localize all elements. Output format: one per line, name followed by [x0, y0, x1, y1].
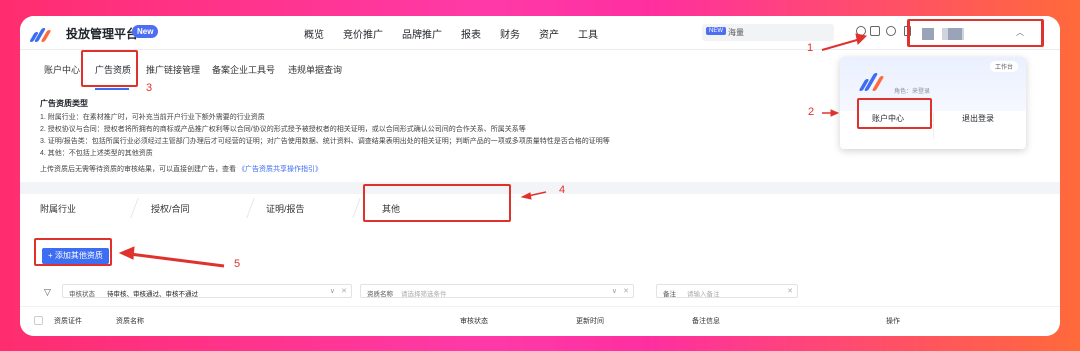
nav-item-brand[interactable]: 品牌推广 — [402, 26, 442, 41]
guide-link[interactable]: 《广告资质共享操作指引》 — [238, 166, 322, 173]
nav-item-bidding[interactable]: 竞价推广 — [343, 26, 383, 41]
divider — [933, 113, 934, 139]
annotation-box-user-menu — [907, 19, 1043, 47]
database-icon[interactable] — [870, 26, 880, 36]
notification-icon[interactable] — [856, 26, 866, 36]
main-nav: 概览 竞价推广 品牌推广 报表 财务 资产 工具 — [304, 26, 617, 41]
clear-icon[interactable]: ✕ — [341, 287, 347, 295]
note-filter[interactable]: 备注 请输入备注 ✕ — [656, 284, 798, 298]
top-navigation-bar: 投放管理平台 New 概览 竞价推广 品牌推广 报表 财务 资产 工具 NEW … — [20, 16, 1060, 50]
annotation-box-ad-qualification — [81, 50, 138, 87]
annotation-box-other-tab — [363, 184, 511, 222]
annotation-number-3: 3 — [146, 82, 153, 94]
account-role: 角色：来登录 — [894, 89, 931, 95]
select-all-checkbox[interactable] — [34, 316, 43, 325]
workspace-button[interactable]: 工作台 — [989, 61, 1018, 72]
nav-item-assets[interactable]: 资产 — [539, 26, 559, 41]
account-logo-icon — [858, 67, 886, 91]
clear-icon[interactable]: ✕ — [787, 287, 793, 295]
nav-item-tools[interactable]: 工具 — [578, 26, 598, 41]
tab-certificate-report[interactable]: 证明/报告 — [266, 202, 305, 215]
annotation-box-add-button — [34, 238, 112, 266]
clear-icon[interactable]: ✕ — [623, 287, 629, 295]
tab-separator — [246, 198, 255, 218]
action-area: + 添加其他资质 — [20, 222, 1060, 280]
tab-authorization-contract[interactable]: 授权/合同 — [151, 202, 190, 215]
help-icon[interactable] — [886, 26, 896, 36]
column-header: 资质证件 — [54, 318, 82, 325]
nav-item-overview[interactable]: 概览 — [304, 26, 324, 41]
subnav-item-account-center[interactable]: 账户中心 — [44, 63, 80, 76]
brand-title: 投放管理平台 — [66, 27, 139, 41]
annotation-box-account-center — [857, 98, 932, 129]
annotation-number-2: 2 — [808, 106, 815, 118]
name-filter-placeholder: 请选择筛选条件 — [401, 291, 447, 298]
filter-bar: ▽ 审核状态 待审核、审核通过、审核不通过 ∨ ✕ 资质名称 请选择筛选条件 ∨… — [20, 280, 1060, 306]
table-header: 资质证件 资质名称 审核状态 更新时间 备注信息 操作 — [20, 306, 1060, 336]
subnav-item-violation-query[interactable]: 违规单据查询 — [288, 63, 342, 76]
status-filter-label: 审核状态 — [69, 291, 95, 298]
name-filter-label: 资质名称 — [367, 291, 393, 298]
logout-button[interactable]: 退出登录 — [962, 113, 994, 124]
info-line-3: 3. 证明/报告类：包括所属行业必须经过主管部门办理后才可经营的证明；对广告使用… — [40, 138, 610, 145]
annotation-number-5: 5 — [234, 258, 241, 270]
column-header: 操作 — [886, 318, 900, 325]
status-filter[interactable]: 审核状态 待审核、审核通过、审核不通过 ∨ ✕ — [62, 284, 352, 298]
column-header: 更新时间 — [576, 318, 604, 325]
brand-logo-icon — [29, 24, 52, 42]
tab-affiliated-industry[interactable]: 附属行业 — [40, 202, 76, 215]
chevron-down-icon: ∨ — [329, 288, 335, 295]
search-new-tag: NEW — [706, 27, 726, 35]
chevron-down-icon: ∨ — [611, 288, 617, 295]
note-filter-label: 备注 — [663, 291, 676, 298]
filter-icon[interactable]: ▽ — [44, 287, 51, 298]
subnav-item-link-management[interactable]: 推广链接管理 — [146, 63, 200, 76]
new-badge: New — [132, 25, 159, 38]
subnav-item-filing-tool[interactable]: 备案企业工具号 — [212, 63, 275, 76]
note-filter-placeholder: 请输入备注 — [687, 291, 720, 298]
search-placeholder: 海量 — [728, 28, 744, 37]
qualification-tabs: 附属行业 授权/合同 证明/报告 其他 — [20, 190, 1060, 222]
app-window: 投放管理平台 New 概览 竞价推广 品牌推广 报表 财务 资产 工具 NEW … — [20, 16, 1060, 336]
annotation-number-4: 4 — [559, 184, 566, 196]
info-line-1: 1. 附属行业：在素材推广时，可补充当前开户行业下额外需要的行业资质 — [40, 114, 265, 121]
name-filter[interactable]: 资质名称 请选择筛选条件 ∨ ✕ — [360, 284, 634, 298]
annotation-number-1: 1 — [807, 42, 814, 54]
tab-separator — [130, 198, 139, 218]
info-footer: 上传资质后无需等待资质的审核结果，可以直接创建广告，查看 《广告资质共享操作指引… — [40, 164, 322, 174]
info-title: 广告资质类型 — [40, 99, 88, 108]
column-header: 审核状态 — [460, 318, 488, 325]
tab-separator — [352, 198, 361, 218]
column-header: 备注信息 — [692, 318, 720, 325]
info-line-2: 2. 授权协议与合同：授权者将所拥有的商标或产品推广权利等以合同/协议的形式授予… — [40, 126, 526, 133]
info-footer-text: 上传资质后无需等待资质的审核结果，可以直接创建广告，查看 — [40, 166, 236, 173]
status-filter-value: 待审核、审核通过、审核不通过 — [107, 291, 198, 298]
search-input[interactable]: NEW 海量 — [702, 24, 834, 41]
column-header: 资质名称 — [116, 318, 144, 325]
nav-item-finance[interactable]: 财务 — [500, 26, 520, 41]
nav-item-reports[interactable]: 报表 — [461, 26, 481, 41]
info-line-4: 4. 其他：不包括上述类型的其他资质 — [40, 150, 153, 157]
